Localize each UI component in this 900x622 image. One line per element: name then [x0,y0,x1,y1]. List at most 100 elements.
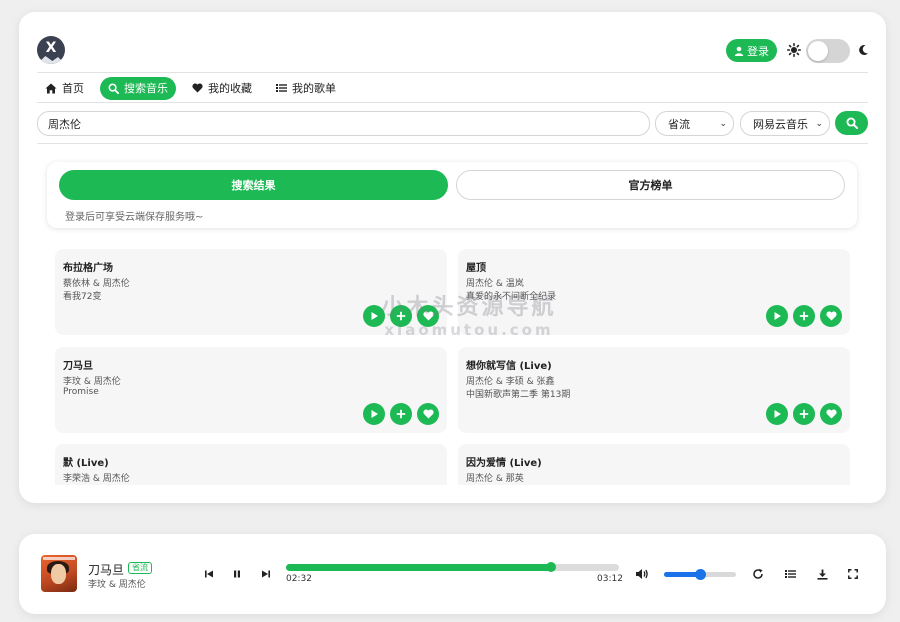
nav-item-home[interactable]: 首页 [37,77,92,100]
song-artist: 周杰伦 & 李硕 & 张鑫 [466,377,555,387]
list-icon [276,84,287,92]
song-title: 刀马旦 [63,361,93,372]
song-artist: 李玟 & 周杰伦 [63,377,121,387]
total-time: 03:12 [597,574,623,584]
play-icon [774,410,781,418]
chevron-down-icon: ⌄ [719,118,727,129]
search-button[interactable] [835,111,868,135]
nav-item-search[interactable]: 搜索音乐 [100,76,176,100]
song-artist: 李荣浩 & 周杰伦 [63,474,130,484]
previous-button[interactable] [202,567,216,581]
search-icon [108,82,119,94]
playlist-button[interactable] [783,567,797,581]
login-label: 登录 [747,44,769,58]
plus-icon [396,311,406,321]
source-select[interactable]: 网易云音乐 ⌄ [740,111,830,136]
volume-icon[interactable] [634,567,650,581]
now-playing-artist: 李玟 & 周杰伦 [88,580,146,590]
song-card[interactable]: 因为爱情 (Live) 周杰伦 & 那英 [458,444,850,485]
favorite-button[interactable] [417,403,439,425]
list-icon [784,570,796,578]
home-icon [45,83,57,93]
pause-icon [234,570,240,578]
play-icon [371,312,378,320]
album-cover[interactable] [41,555,77,592]
toggle-knob [808,41,828,61]
nav-bar: 首页 搜索音乐 我的收藏 我的歌单 [37,76,344,100]
fullscreen-button[interactable] [846,567,860,581]
song-card[interactable]: 默 (Live) 李荣浩 & 周杰伦 [55,444,447,485]
quality-select-value: 省流 [668,117,690,131]
heart-icon [422,311,434,321]
heart-icon [825,311,837,321]
play-button[interactable] [363,403,385,425]
nav-item-favorites[interactable]: 我的收藏 [184,77,260,100]
song-artist: 周杰伦 & 温岚 [466,279,524,289]
download-button[interactable] [815,567,829,581]
progress-thumb[interactable] [545,562,556,572]
quality-select[interactable]: 省流 ⌄ [655,111,734,136]
add-to-playlist-button[interactable] [390,403,412,425]
repeat-button[interactable] [751,567,765,581]
song-card[interactable]: 屋顶 周杰伦 & 温岚 真爱的永不间断全纪录 [458,249,850,335]
skip-forward-icon [262,570,270,578]
source-select-value: 网易云音乐 [753,117,808,131]
volume-thumb[interactable] [695,569,706,580]
current-time: 02:32 [286,574,312,584]
song-card[interactable]: 刀马旦 李玟 & 周杰伦 Promise [55,347,447,433]
volume-slider[interactable] [664,569,736,580]
moon-icon[interactable] [855,42,871,58]
login-hint: 登录后可享受云端保存服务哦~ [65,212,204,223]
nav-label-search: 搜索音乐 [124,82,168,95]
song-album: 中国新歌声第二季 第13期 [466,390,571,400]
search-input[interactable] [37,111,650,136]
nav-label-favorites: 我的收藏 [208,82,252,95]
play-button[interactable] [766,403,788,425]
add-to-playlist-button[interactable] [793,403,815,425]
plus-icon [799,311,809,321]
user-icon [734,46,744,56]
progress-fill [286,564,551,571]
song-card[interactable]: 想你就写信 (Live) 周杰伦 & 李硕 & 张鑫 中国新歌声第二季 第13期 [458,347,850,433]
divider [37,143,868,144]
favorite-button[interactable] [820,305,842,327]
sun-icon[interactable] [786,42,802,58]
now-playing-title: 刀马旦 [88,563,125,577]
tabs-panel: 搜索结果 官方榜单 登录后可享受云端保存服务哦~ [47,162,857,228]
progress-bar[interactable] [286,562,619,572]
results-list: 布拉格广场 蔡依林 & 周杰伦 看我72变 屋顶 周杰伦 & 温岚 真爱的永不间… [55,249,850,485]
song-album: 看我72变 [63,292,102,302]
heart-icon [825,409,837,419]
skip-back-icon [205,570,213,578]
play-button[interactable] [766,305,788,327]
heart-icon [192,83,203,93]
login-button[interactable]: 登录 [726,39,777,62]
song-title: 布拉格广场 [63,263,113,274]
nav-item-playlists[interactable]: 我的歌单 [268,77,344,100]
main-card: X 登录 首页 搜索音乐 我的收藏 我的歌单 省流 [19,12,886,503]
search-icon [845,117,858,129]
song-artist: 周杰伦 & 那英 [466,474,524,484]
next-button[interactable] [259,567,273,581]
song-artist: 蔡依林 & 周杰伦 [63,279,130,289]
tab-search-results[interactable]: 搜索结果 [59,170,448,200]
favorite-button[interactable] [417,305,439,327]
play-icon [371,410,378,418]
nav-label-home: 首页 [62,82,84,95]
add-to-playlist-button[interactable] [793,305,815,327]
song-title: 想你就写信 (Live) [466,361,552,372]
pause-button[interactable] [230,567,244,581]
song-card[interactable]: 布拉格广场 蔡依林 & 周杰伦 看我72变 [55,249,447,335]
tab-official-charts[interactable]: 官方榜单 [456,170,845,200]
play-icon [774,312,781,320]
heart-icon [422,409,434,419]
theme-toggle[interactable] [806,39,850,63]
play-button[interactable] [363,305,385,327]
add-to-playlist-button[interactable] [390,305,412,327]
quality-badge: 省流 [128,562,152,574]
plus-icon [799,409,809,419]
song-title: 屋顶 [466,263,486,274]
app-logo[interactable]: X [37,36,65,64]
song-title: 默 (Live) [63,458,109,469]
favorite-button[interactable] [820,403,842,425]
